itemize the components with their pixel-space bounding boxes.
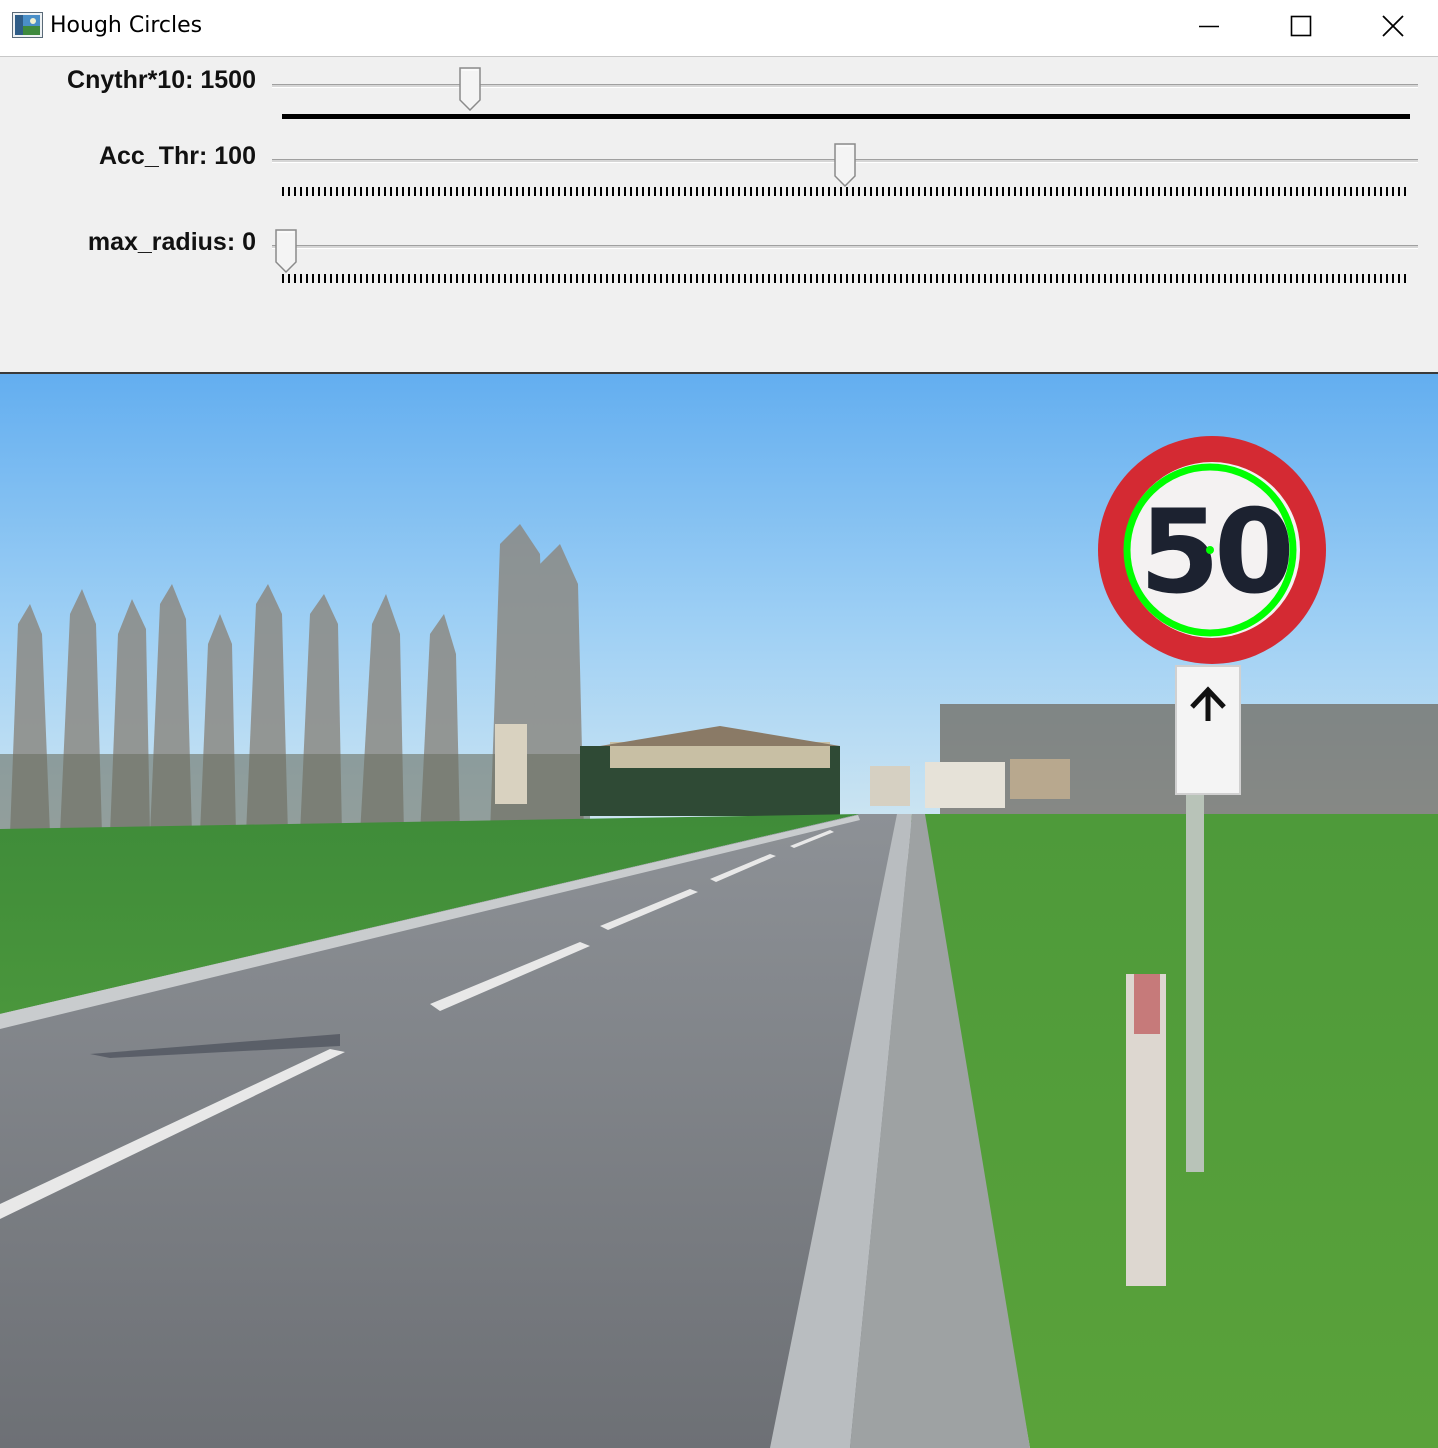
trackbar-thumb-accumulator-threshold[interactable] [834,143,856,187]
maximize-icon [1290,15,1312,37]
minimize-icon [1199,25,1219,28]
road-scene-image: 50 [0,374,1438,1448]
trackbar-ticks-accumulator-threshold [282,187,1410,196]
window-title: Hough Circles [50,13,203,38]
trackbar-thumb-canny-threshold[interactable] [459,67,481,111]
trackbar-label-accumulator-threshold: Acc_Thr: 100 [98,142,256,170]
trackbar-ticks-max-radius [282,274,1410,283]
maximize-button[interactable] [1255,0,1347,52]
trackbar-ticks-canny-threshold [282,114,1410,119]
trackbar-canny-threshold[interactable] [272,84,1418,88]
trackbar-label-canny-threshold: Cnythr*10: 1500 [67,66,256,94]
close-icon [1382,15,1404,37]
trackbar-label-max-radius: max_radius: 0 [87,228,256,256]
minimize-button[interactable] [1163,0,1255,52]
trackbar-max-radius[interactable] [272,245,1418,249]
close-button[interactable] [1347,0,1438,52]
trackbar-thumb-max-radius[interactable] [275,229,297,273]
detected-circle-center [1206,546,1214,554]
trackbar-panel: Cnythr*10: 1500 Acc_Thr: 100 max_radius:… [0,57,1438,374]
sign-speed-text: 50 [1139,485,1290,620]
image-view: 50 [0,374,1438,1448]
app-icon [12,12,43,38]
title-bar: Hough Circles [0,0,1438,57]
